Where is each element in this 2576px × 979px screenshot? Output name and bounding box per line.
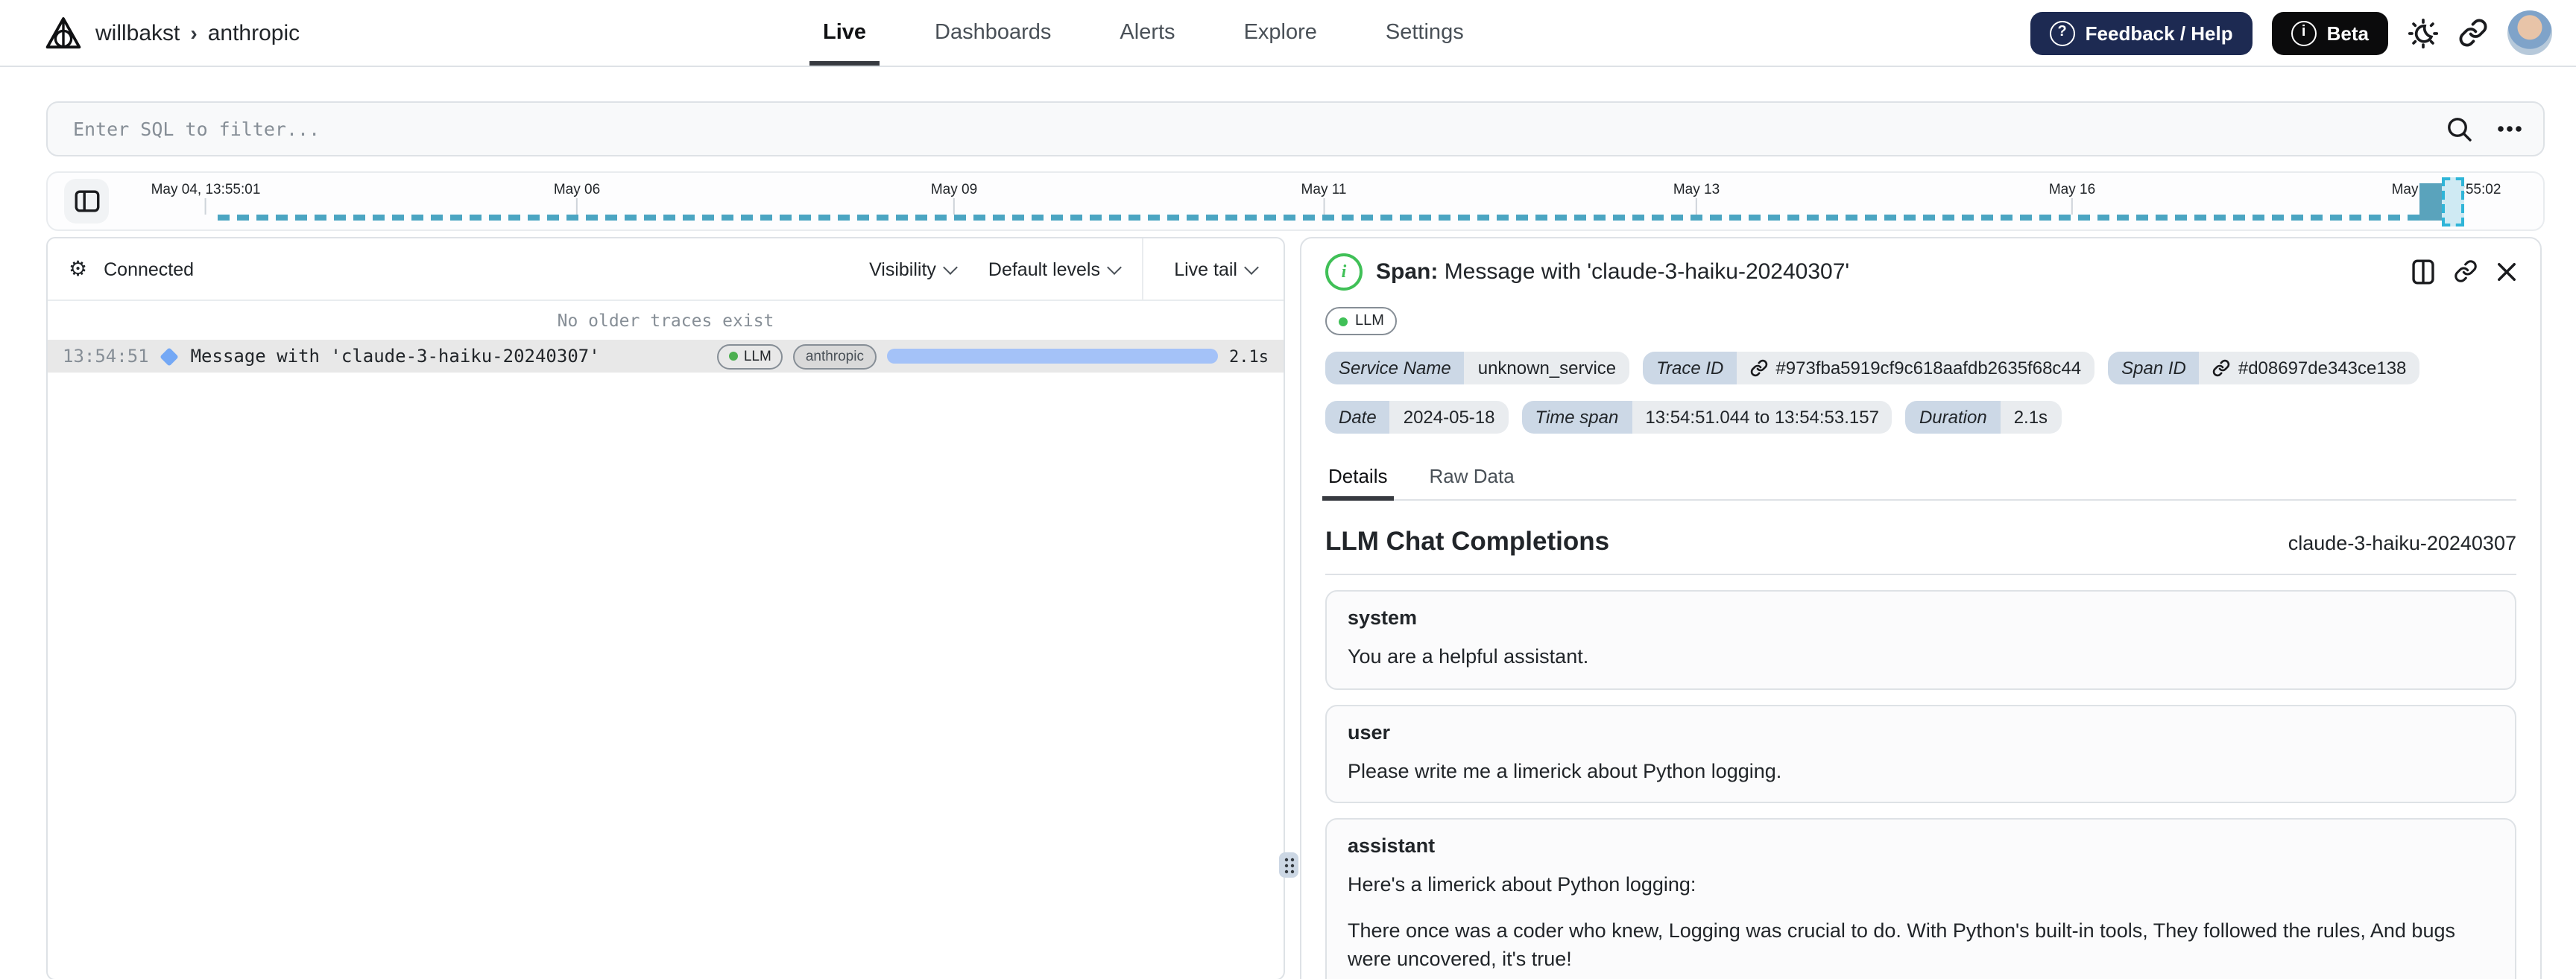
- panel-layout-icon: [74, 189, 99, 213]
- theme-toggle-icon[interactable]: [2408, 17, 2439, 48]
- feedback-help-label: Feedback / Help: [2085, 22, 2233, 44]
- live-tail-dropdown[interactable]: Live tail: [1174, 259, 1259, 279]
- sql-filter-placeholder: Enter SQL to filter...: [73, 118, 321, 140]
- span-id-chip[interactable]: Span ID #d08697de343ce138: [2108, 352, 2420, 384]
- message-text: Here's a limerick about Python logging:: [1348, 873, 1696, 896]
- breadcrumb-org[interactable]: willbakst: [95, 20, 180, 45]
- service-name-chip[interactable]: Service Name unknown_service: [1325, 352, 1630, 384]
- section-title: LLM Chat Completions: [1325, 526, 1610, 556]
- beta-label: Beta: [2326, 22, 2369, 44]
- message-role: assistant: [1348, 834, 1436, 858]
- trace-duration: 2.1s: [1229, 346, 1269, 366]
- nav-tabs: Live Dashboards Alerts Explore Settings: [809, 0, 1464, 66]
- span-detail-panel: i Span: Message with 'claude-3-haiku-202…: [1300, 237, 2542, 979]
- message-card-assistant: assistant Here's a limerick about Python…: [1325, 818, 2516, 979]
- trace-list-panel: ⚙ Connected Visibility Default levels Li…: [46, 237, 1285, 979]
- date-chip[interactable]: Date 2024-05-18: [1325, 401, 1509, 434]
- span-info-icon: i: [1325, 253, 1363, 290]
- llm-section-header: LLM Chat Completions claude-3-haiku-2024…: [1325, 526, 2516, 575]
- duration-bar: [886, 349, 1217, 364]
- duration-chip[interactable]: Duration 2.1s: [1905, 401, 2062, 434]
- trace-row[interactable]: 13:54:51 Message with 'claude-3-haiku-20…: [48, 340, 1284, 373]
- nav-actions: ? Feedback / Help i Beta: [2030, 0, 2552, 66]
- tab-raw-data[interactable]: Raw Data: [1427, 456, 1518, 499]
- breadcrumb: willbakst › anthropic: [45, 0, 300, 66]
- beta-button[interactable]: i Beta: [2271, 11, 2388, 54]
- time-span-chip[interactable]: Time span 13:54:51.044 to 13:54:53.157: [1521, 401, 1892, 434]
- span-detail-tabs: Details Raw Data: [1322, 456, 2516, 501]
- tab-alerts[interactable]: Alerts: [1120, 0, 1175, 66]
- live-window-selection[interactable]: [2442, 177, 2464, 226]
- span-properties-row-1: Service Name unknown_service Trace ID #9…: [1325, 352, 2516, 384]
- chevron-down-icon: [1244, 259, 1259, 274]
- timeline-tick: May 13: [1673, 182, 1720, 215]
- app-logo-icon[interactable]: [45, 16, 82, 50]
- message-text: There once was a coder who knew, Logging…: [1348, 919, 2455, 971]
- breadcrumb-separator: ›: [190, 21, 198, 45]
- sidebar-toggle-button[interactable]: [64, 179, 109, 224]
- top-nav: willbakst › anthropic Live Dashboards Al…: [0, 0, 2576, 67]
- timeline-tick: May 16: [2049, 182, 2095, 215]
- no-older-traces-message: No older traces exist: [557, 310, 774, 331]
- message-role: user: [1348, 720, 1391, 744]
- message-text: Please write me a limerick about Python …: [1348, 759, 1782, 782]
- message-card-system: system You are a helpful assistant.: [1325, 590, 2516, 690]
- timeline-tick: May 11: [1301, 182, 1346, 215]
- info-circle-icon: i: [2291, 20, 2317, 45]
- chevron-down-icon: [943, 259, 958, 274]
- search-icon[interactable]: [2446, 115, 2473, 142]
- panel-resize-handle[interactable]: [1279, 852, 1298, 878]
- timeline-tick: May 06: [554, 182, 600, 215]
- trace-id-chip[interactable]: Trace ID #973fba5919cf9c618aafdb2635f68c…: [1643, 352, 2095, 384]
- question-circle-icon: ?: [2049, 20, 2075, 45]
- provider-badge: anthropic: [793, 343, 876, 369]
- histogram-spike: [2419, 183, 2442, 221]
- feedback-help-button[interactable]: ? Feedback / Help: [2030, 11, 2253, 54]
- tab-dashboards[interactable]: Dashboards: [935, 0, 1051, 66]
- sql-filter-input[interactable]: Enter SQL to filter...: [46, 101, 2545, 156]
- tab-live[interactable]: Live: [809, 0, 880, 66]
- model-name: claude-3-haiku-20240307: [2288, 532, 2516, 554]
- link-icon: [2213, 359, 2231, 377]
- side-by-side-icon[interactable]: [2412, 259, 2434, 284]
- copy-link-icon[interactable]: [2454, 259, 2478, 283]
- trace-timestamp: 13:54:51: [63, 346, 149, 367]
- breadcrumb-project[interactable]: anthropic: [208, 20, 300, 45]
- time-range-histogram[interactable]: May 04, 13:55:01 May 06 May 09 May 11 Ma…: [46, 171, 2545, 231]
- tab-details[interactable]: Details: [1322, 456, 1393, 501]
- tab-explore[interactable]: Explore: [1244, 0, 1317, 66]
- llm-badge: LLM: [716, 343, 783, 369]
- span-panel-title: Span: Message with 'claude-3-haiku-20240…: [1376, 259, 1850, 284]
- chevron-down-icon: [1107, 259, 1122, 274]
- trace-list-header: ⚙ Connected Visibility Default levels Li…: [48, 238, 1284, 301]
- close-icon[interactable]: [2497, 262, 2516, 281]
- trace-title: Message with 'claude-3-haiku-20240307': [190, 346, 600, 367]
- green-dot-icon: [1339, 317, 1348, 326]
- header-divider: [1142, 238, 1143, 300]
- gear-icon[interactable]: ⚙: [69, 257, 87, 281]
- connection-status: Connected: [104, 259, 195, 279]
- event-density-dashes: [218, 215, 2460, 221]
- span-properties-row-2: Date 2024-05-18 Time span 13:54:51.044 t…: [1325, 401, 2516, 434]
- span-diamond-icon: [159, 346, 179, 366]
- link-icon: [1750, 359, 1768, 377]
- user-avatar[interactable]: [2507, 10, 2552, 55]
- llm-badge: LLM: [1325, 307, 1398, 335]
- message-text: You are a helpful assistant.: [1348, 645, 1589, 668]
- message-role: system: [1348, 606, 1418, 629]
- tab-settings[interactable]: Settings: [1386, 0, 1464, 66]
- app-window: willbakst › anthropic Live Dashboards Al…: [0, 0, 2576, 979]
- share-link-icon[interactable]: [2458, 18, 2488, 48]
- default-levels-dropdown[interactable]: Default levels: [988, 259, 1122, 279]
- overflow-menu-icon[interactable]: [2497, 125, 2522, 133]
- green-dot-icon: [728, 352, 738, 361]
- timeline-tick: May 09: [931, 182, 977, 215]
- visibility-dropdown[interactable]: Visibility: [869, 259, 958, 279]
- message-card-user: user Please write me a limerick about Py…: [1325, 704, 2516, 804]
- timeline-tick: May 04, 13:55:01: [151, 182, 260, 215]
